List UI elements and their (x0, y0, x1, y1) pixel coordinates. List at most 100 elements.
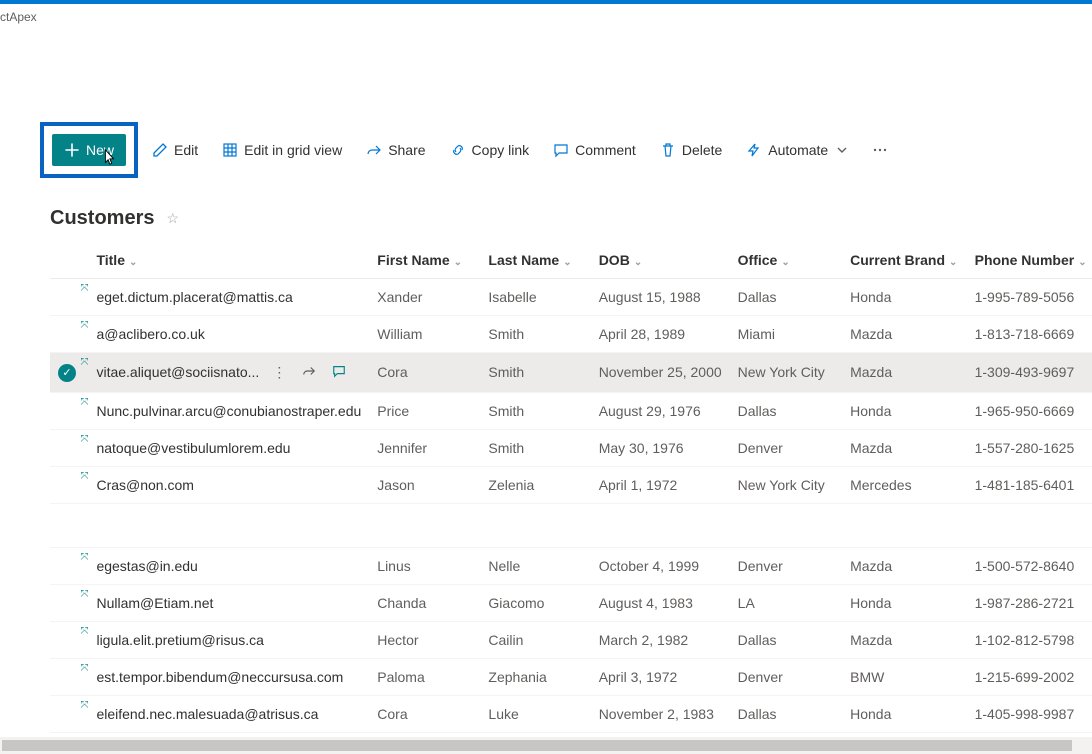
col-select[interactable] (50, 242, 88, 279)
new-label: New (86, 142, 114, 158)
col-first-label: First Name (377, 252, 449, 268)
horizontal-scrollbar[interactable] (0, 737, 1092, 754)
new-button[interactable]: New (52, 134, 126, 166)
breadcrumb[interactable]: ctApex (0, 4, 1092, 24)
table-row[interactable]: ⤧Nullam@Etiam.netChandaGiacomoAugust 4, … (50, 584, 1092, 621)
cell-first: Xander (369, 279, 480, 316)
table-row[interactable]: ⤧natoque@vestibulumlorem.eduJenniferSmit… (50, 429, 1092, 466)
title-cell[interactable]: ⤧eget.dictum.placerat@mattis.ca (88, 279, 369, 316)
chevron-down-icon: ⌄ (129, 257, 137, 268)
cell-last: Luke (480, 695, 590, 732)
cell-phone: 1-965-950-6669 (967, 392, 1092, 429)
table-row[interactable]: ⤧eget.dictum.placerat@mattis.caXanderIsa… (50, 279, 1092, 316)
title-cell[interactable]: ⤧a@aclibero.co.uk (88, 316, 369, 353)
cell-brand: Honda (842, 392, 967, 429)
favorite-star-icon[interactable]: ☆ (166, 210, 179, 227)
cell-dob: March 2, 1982 (591, 621, 730, 658)
title-link[interactable]: natoque@vestibulumlorem.edu (96, 440, 290, 456)
title-cell[interactable]: ⤧Nullam@Etiam.net (88, 584, 369, 621)
cell-last: Zelenia (480, 466, 590, 503)
col-phone[interactable]: Phone Number⌄ (967, 242, 1092, 279)
col-office[interactable]: Office⌄ (730, 242, 842, 279)
title-link[interactable]: a@aclibero.co.uk (96, 326, 204, 342)
col-dob[interactable]: DOB⌄ (591, 242, 730, 279)
title-link[interactable]: eget.dictum.placerat@mattis.ca (96, 289, 292, 305)
col-last-name[interactable]: Last Name⌄ (480, 242, 590, 279)
title-cell[interactable]: ⤧ligula.elit.pretium@risus.ca (88, 621, 369, 658)
title-cell[interactable]: ⤧Nunc.pulvinar.arcu@conubianostraper.edu (88, 392, 369, 429)
page-title-row: Customers ☆ (0, 197, 1092, 242)
table-row[interactable]: ⤧ligula.elit.pretium@risus.caHectorCaili… (50, 621, 1092, 658)
cell-last: Nelle (480, 547, 590, 584)
cell-dob: April 3, 1972 (591, 658, 730, 695)
edit-grid-button[interactable]: Edit in grid view (212, 134, 352, 166)
share-button[interactable]: Share (356, 134, 435, 166)
comment-icon[interactable] (331, 364, 347, 381)
cell-office: Denver (730, 658, 842, 695)
title-cell[interactable]: ⤧Cras@non.com (88, 466, 369, 503)
automate-icon (746, 142, 762, 158)
col-brand[interactable]: Current Brand ⌄ (842, 242, 967, 279)
share-icon[interactable] (301, 364, 317, 381)
title-cell[interactable]: ⤧egestas@in.edu (88, 547, 369, 584)
table-row[interactable]: ⤧Nunc.pulvinar.arcu@conubianostraper.edu… (50, 392, 1092, 429)
customers-table: Title⌄ First Name⌄ Last Name⌄ DOB⌄ Offic… (50, 242, 1092, 733)
title-link[interactable]: ligula.elit.pretium@risus.ca (96, 632, 264, 648)
cell-last: Smith (480, 316, 590, 353)
gridview-label: Edit in grid view (244, 142, 342, 158)
cell-dob: August 4, 1983 (591, 584, 730, 621)
check-icon: ✓ (58, 364, 76, 382)
table-row[interactable]: ⤧est.tempor.bibendum@neccursusa.comPalom… (50, 658, 1092, 695)
cell-dob: November 25, 2000 (591, 353, 730, 393)
cell-last: Giacomo (480, 584, 590, 621)
cell-first: Cora (369, 353, 480, 393)
title-cell[interactable]: ⤧natoque@vestibulumlorem.edu (88, 429, 369, 466)
title-link[interactable]: Cras@non.com (96, 477, 193, 493)
row-actions: ⋮ (271, 364, 347, 381)
link-icon (450, 142, 466, 158)
cell-brand: Mazda (842, 316, 967, 353)
delete-button[interactable]: Delete (650, 134, 732, 166)
more-icon[interactable]: ⋮ (271, 364, 287, 381)
command-bar: New Edit Edit in grid view Share Copy li… (0, 104, 1092, 197)
title-link[interactable]: Nullam@Etiam.net (96, 595, 213, 611)
chevron-down-icon: ⌄ (563, 257, 571, 268)
title-cell[interactable]: ⤧vitae.aliquet@sociisnato...⋮ (88, 353, 369, 393)
chevron-down-icon: ⌄ (949, 257, 957, 268)
copylink-label: Copy link (472, 142, 530, 158)
col-brand-label: Current Brand (850, 252, 945, 268)
col-office-label: Office (738, 252, 778, 268)
title-link[interactable]: est.tempor.bibendum@neccursusa.com (96, 669, 343, 685)
table-row[interactable]: ⤧Cras@non.comJasonZeleniaApril 1, 1972Ne… (50, 466, 1092, 503)
cell-dob: August 15, 1988 (591, 279, 730, 316)
share-label: Share (388, 142, 425, 158)
table-row[interactable]: ⤧a@aclibero.co.ukWilliamSmithApril 28, 1… (50, 316, 1092, 353)
table-row[interactable]: ✓⤧vitae.aliquet@sociisnato...⋮CoraSmithN… (50, 353, 1092, 393)
comment-button[interactable]: Comment (543, 134, 646, 166)
new-item-indicator: ⤧ (80, 700, 88, 711)
cell-last: Smith (480, 353, 590, 393)
table-row[interactable]: ⤧eleifend.nec.malesuada@atrisus.caCoraLu… (50, 695, 1092, 732)
title-link[interactable]: eleifend.nec.malesuada@atrisus.ca (96, 706, 318, 722)
cell-phone: 1-215-699-2002 (967, 658, 1092, 695)
table-row[interactable]: ⤧egestas@in.eduLinusNelleOctober 4, 1999… (50, 547, 1092, 584)
cell-first: Chanda (369, 584, 480, 621)
col-title[interactable]: Title⌄ (88, 242, 369, 279)
page-title: Customers (50, 207, 154, 230)
copy-link-button[interactable]: Copy link (440, 134, 540, 166)
title-cell[interactable]: ⤧eleifend.nec.malesuada@atrisus.ca (88, 695, 369, 732)
more-button[interactable] (864, 134, 896, 166)
grid-icon (222, 142, 238, 158)
new-item-indicator: ⤧ (80, 626, 88, 637)
cell-phone: 1-500-572-8640 (967, 547, 1092, 584)
title-link[interactable]: egestas@in.edu (96, 558, 197, 574)
col-first-name[interactable]: First Name⌄ (369, 242, 480, 279)
edit-button[interactable]: Edit (142, 134, 208, 166)
cell-brand: Mazda (842, 621, 967, 658)
title-cell[interactable]: ⤧est.tempor.bibendum@neccursusa.com (88, 658, 369, 695)
delete-label: Delete (682, 142, 722, 158)
title-link[interactable]: Nunc.pulvinar.arcu@conubianostraper.edu (96, 403, 361, 419)
title-link[interactable]: vitae.aliquet@sociisnato... (96, 364, 259, 380)
scrollbar-thumb[interactable] (2, 740, 1072, 751)
automate-button[interactable]: Automate (736, 134, 860, 166)
